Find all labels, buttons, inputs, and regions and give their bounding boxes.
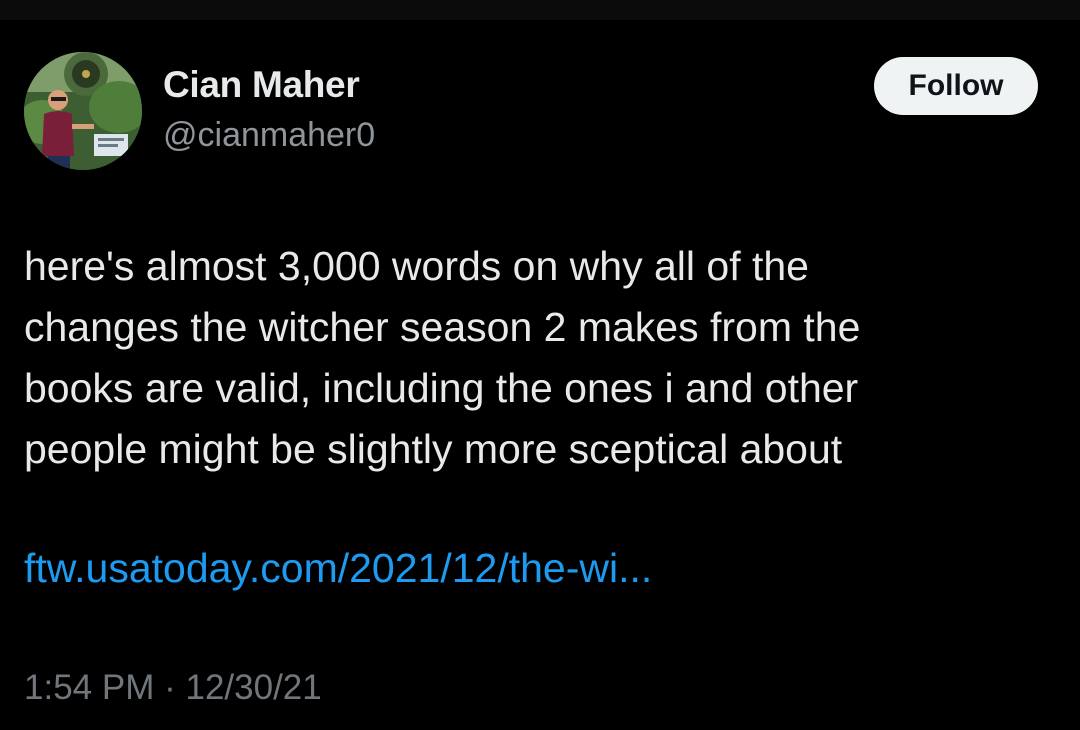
tweet-text-line: here's almost 3,000 words on why all of … xyxy=(24,243,809,289)
tweet-time: 1:54 PM xyxy=(24,668,155,707)
tweet-timestamp[interactable]: 1:54 PM · 12/30/21 xyxy=(24,668,322,708)
tweet-screenshot: Cian Maher @cianmaher0 Follow here's alm… xyxy=(0,0,1080,730)
author-handle[interactable]: @cianmaher0 xyxy=(163,116,375,155)
tweet-link[interactable]: ftw.usatoday.com/2021/12/the-wi... xyxy=(24,545,652,592)
follow-button[interactable]: Follow xyxy=(874,57,1038,115)
tweet-text-line: changes the witcher season 2 makes from … xyxy=(24,304,861,350)
meta-separator: · xyxy=(164,668,176,707)
avatar[interactable] xyxy=(24,52,142,170)
tweet-text: here's almost 3,000 words on why all of … xyxy=(24,236,1024,480)
tweet-text-line: people might be slightly more sceptical … xyxy=(24,426,843,472)
status-bar-strip xyxy=(0,0,1080,20)
author-display-name[interactable]: Cian Maher xyxy=(163,64,360,106)
tweet-text-line: books are valid, including the ones i an… xyxy=(24,365,859,411)
avatar-photo xyxy=(24,52,142,170)
tweet-date: 12/30/21 xyxy=(185,668,322,707)
